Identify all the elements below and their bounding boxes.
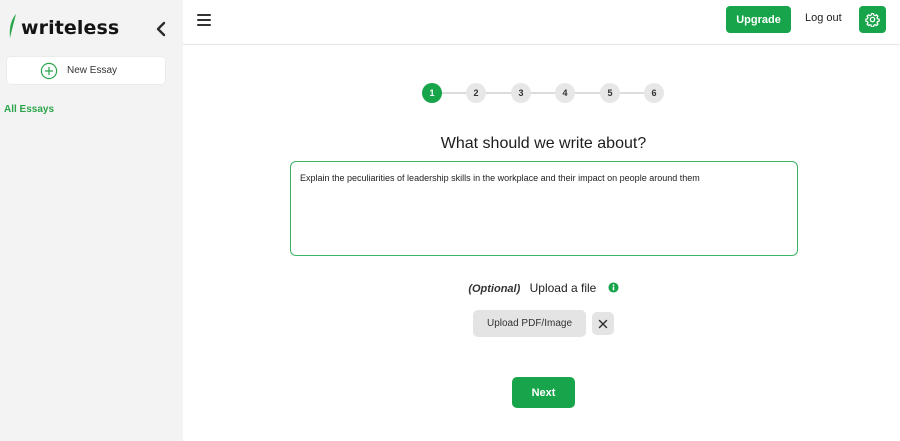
step-progress: 1 2 3 4 5 6 [422, 83, 664, 103]
upload-file-button[interactable]: Upload PDF/Image [473, 310, 586, 337]
top-bar: Upgrade Log out [183, 0, 900, 45]
settings-button[interactable] [859, 6, 886, 33]
step-4: 4 [555, 83, 575, 103]
new-essay-label: New Essay [67, 65, 118, 76]
step-3: 3 [511, 83, 531, 103]
step-6: 6 [644, 83, 664, 103]
chevron-left-icon [156, 21, 166, 37]
step-5: 5 [600, 83, 620, 103]
close-icon [598, 319, 608, 328]
collapse-sidebar-button[interactable] [152, 19, 172, 39]
page-title: What should we write about? [440, 135, 647, 152]
all-essays-link[interactable]: All Essays [4, 104, 54, 115]
clear-upload-button[interactable] [592, 312, 614, 335]
new-essay-button[interactable]: New Essay [7, 57, 165, 84]
logout-button[interactable]: Log out [805, 12, 842, 24]
step-2: 2 [466, 83, 486, 103]
hamburger-menu-icon [197, 14, 211, 26]
upload-row: (Optional) Upload a file [290, 281, 797, 295]
upgrade-button[interactable]: Upgrade [726, 6, 791, 33]
next-button[interactable]: Next [512, 377, 575, 408]
sidebar: writeless New Essay All Essays [0, 0, 183, 441]
logo[interactable]: writeless [8, 13, 119, 39]
essay-topic-input[interactable]: Explain the peculiarities of leadership … [290, 161, 798, 256]
leaf-logo-icon [9, 14, 16, 38]
optional-label: (Optional) [468, 283, 521, 295]
logo-text: writeless [21, 17, 120, 39]
plus-circle-icon [40, 62, 58, 79]
gear-icon [865, 12, 880, 27]
menu-button[interactable] [197, 13, 211, 27]
step-1: 1 [422, 83, 442, 103]
upload-file-label: Upload a file [529, 281, 597, 295]
info-icon[interactable] [608, 282, 619, 293]
